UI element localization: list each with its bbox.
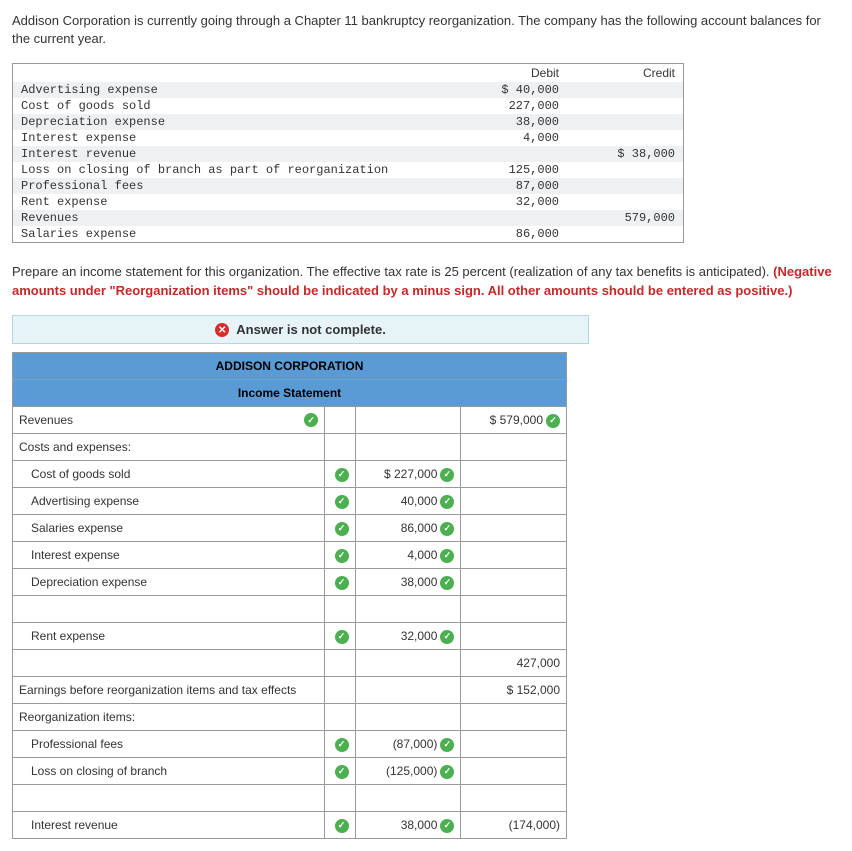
line-empty[interactable] <box>13 596 325 623</box>
check-icon: ✓ <box>335 495 349 509</box>
tb-debit: 125,000 <box>451 162 567 178</box>
check-icon: ✓ <box>335 522 349 536</box>
header-debit: Debit <box>451 64 567 82</box>
line-cogs[interactable]: Cost of goods sold <box>13 461 325 488</box>
tb-credit <box>567 162 683 178</box>
tb-debit: 87,000 <box>451 178 567 194</box>
corp-name: ADDISON CORPORATION <box>13 353 567 380</box>
tb-label: Revenues <box>13 210 451 226</box>
tb-label: Depreciation expense <box>13 114 451 130</box>
reorg-total: (174,000) <box>461 812 567 839</box>
ebit-val: $ 152,000 <box>461 677 567 704</box>
check-icon: ✓ <box>440 549 454 563</box>
check-icon: ✓ <box>335 630 349 644</box>
line-intrev[interactable]: Interest revenue <box>13 812 325 839</box>
tb-label: Interest revenue <box>13 146 451 162</box>
line-loss[interactable]: Loss on closing of branch <box>13 758 325 785</box>
tb-credit <box>567 98 683 114</box>
check-icon: ✓ <box>335 765 349 779</box>
tb-debit <box>451 210 567 226</box>
check-icon: ✓ <box>440 495 454 509</box>
tb-credit <box>567 178 683 194</box>
answer-banner: ✕ Answer is not complete. <box>12 315 589 345</box>
tb-debit: 38,000 <box>451 114 567 130</box>
line-empty2[interactable] <box>13 785 325 812</box>
check-icon: ✓ <box>440 468 454 482</box>
subtotal: 427,000 <box>461 650 567 677</box>
tb-credit <box>567 82 683 98</box>
instructions: Prepare an income statement for this org… <box>12 263 840 299</box>
tb-label: Professional fees <box>13 178 451 194</box>
loss-val[interactable]: (125,000)✓ <box>355 758 461 785</box>
check-icon: ✓ <box>440 522 454 536</box>
header-credit: Credit <box>567 64 683 82</box>
prof-val[interactable]: (87,000)✓ <box>355 731 461 758</box>
line-reorg: Reorganization items: <box>13 704 325 731</box>
tb-credit <box>567 114 683 130</box>
tb-credit: $ 38,000 <box>567 146 683 162</box>
tb-credit <box>567 130 683 146</box>
check-icon: ✓ <box>440 765 454 779</box>
check-icon: ✓ <box>335 549 349 563</box>
check-icon: ✓ <box>335 468 349 482</box>
tb-label: Advertising expense <box>13 82 451 98</box>
income-statement: ADDISON CORPORATION Income Statement Rev… <box>12 352 567 839</box>
line-ebit: Earnings before reorganization items and… <box>13 677 325 704</box>
line-adv[interactable]: Advertising expense <box>13 488 325 515</box>
rent-val[interactable]: 32,000✓ <box>355 623 461 650</box>
trial-balance-table: Debit Credit Advertising expense$ 40,000… <box>12 63 684 243</box>
int-val[interactable]: 4,000✓ <box>355 542 461 569</box>
intro-text: Addison Corporation is currently going t… <box>12 12 840 48</box>
cogs-val[interactable]: $ 227,000✓ <box>355 461 461 488</box>
line-costs: Costs and expenses: <box>13 434 325 461</box>
check-icon: ✓ <box>335 576 349 590</box>
tb-debit <box>451 146 567 162</box>
check-icon: ✓ <box>304 413 318 427</box>
tb-credit <box>567 194 683 210</box>
tb-label: Salaries expense <box>13 226 451 242</box>
line-rent[interactable]: Rent expense <box>13 623 325 650</box>
error-icon: ✕ <box>215 323 229 337</box>
tb-label: Loss on closing of branch as part of reo… <box>13 162 451 178</box>
dep-val[interactable]: 38,000✓ <box>355 569 461 596</box>
check-icon: ✓ <box>335 819 349 833</box>
tb-debit: 32,000 <box>451 194 567 210</box>
line-sal[interactable]: Salaries expense <box>13 515 325 542</box>
tb-credit: 579,000 <box>567 210 683 226</box>
tb-debit: 86,000 <box>451 226 567 242</box>
statement-title: Income Statement <box>13 380 567 407</box>
tb-label: Interest expense <box>13 130 451 146</box>
check-icon: ✓ <box>440 576 454 590</box>
tb-credit <box>567 226 683 242</box>
tb-debit: 227,000 <box>451 98 567 114</box>
check-icon: ✓ <box>440 819 454 833</box>
tb-debit: $ 40,000 <box>451 82 567 98</box>
tb-label: Cost of goods sold <box>13 98 451 114</box>
tb-debit: 4,000 <box>451 130 567 146</box>
line-dep[interactable]: Depreciation expense <box>13 569 325 596</box>
line-revenues[interactable]: Revenues✓ <box>13 407 325 434</box>
sal-val[interactable]: 86,000✓ <box>355 515 461 542</box>
check-icon: ✓ <box>546 414 560 428</box>
line-prof[interactable]: Professional fees <box>13 731 325 758</box>
adv-val[interactable]: 40,000✓ <box>355 488 461 515</box>
check-icon: ✓ <box>440 630 454 644</box>
line-int[interactable]: Interest expense <box>13 542 325 569</box>
intrev-val[interactable]: 38,000✓ <box>355 812 461 839</box>
tb-label: Rent expense <box>13 194 451 210</box>
rev-amount[interactable]: $ 579,000✓ <box>461 407 567 434</box>
